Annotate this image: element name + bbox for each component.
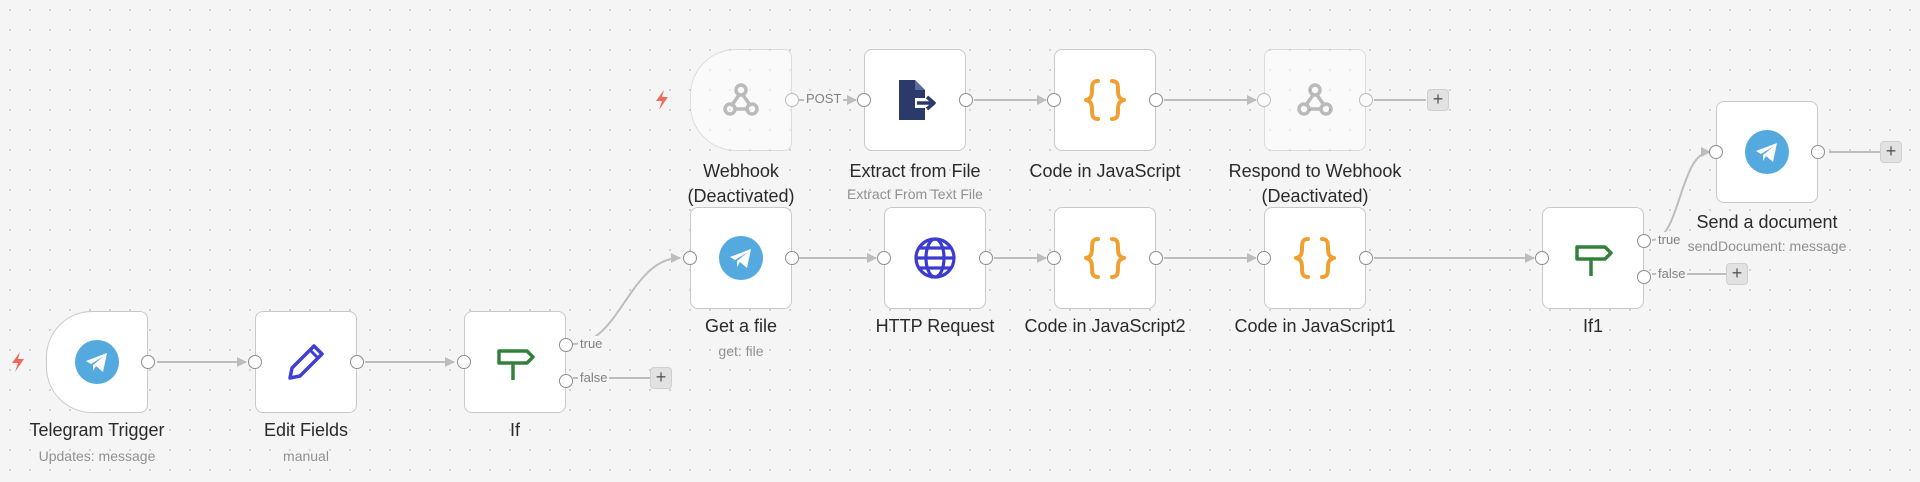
node-if1[interactable]: [1535, 207, 1651, 309]
output-port[interactable]: [979, 251, 993, 265]
node-subtitle: manual: [283, 448, 329, 464]
input-port[interactable]: [1709, 145, 1723, 159]
true-branch-label: true: [578, 336, 605, 351]
input-port[interactable]: [1257, 251, 1271, 265]
true-output-port[interactable]: [1637, 234, 1651, 248]
node-subtitle: Extract From Text File: [847, 186, 983, 202]
input-port[interactable]: [1047, 93, 1061, 107]
trigger-bolt-icon: [656, 90, 668, 110]
output-port[interactable]: [1359, 93, 1373, 107]
input-port[interactable]: [248, 355, 262, 369]
signpost-icon: [1575, 245, 1613, 276]
node-label: Edit Fields: [263, 420, 349, 440]
node-label: Webhook (Deactivated): [687, 161, 795, 206]
false-output-port[interactable]: [559, 374, 573, 388]
add-node-button[interactable]: +: [650, 367, 672, 389]
output-port[interactable]: [1359, 251, 1373, 265]
add-node-button[interactable]: +: [1427, 89, 1449, 111]
node-label: Code in JavaScript2: [1024, 316, 1186, 336]
file-export-icon: [899, 80, 936, 120]
false-output-port[interactable]: [1637, 270, 1651, 284]
webhook-icon: [1297, 83, 1333, 116]
node-code-in-javascript2[interactable]: [1047, 207, 1163, 309]
node-code-in-javascript1[interactable]: [1257, 207, 1373, 309]
webhook-icon: [723, 83, 759, 116]
globe-icon: [914, 237, 956, 279]
node-code-in-javascript[interactable]: [1047, 49, 1163, 151]
code-braces-icon: [1084, 79, 1126, 121]
input-port[interactable]: [857, 93, 871, 107]
input-port[interactable]: [877, 251, 891, 265]
add-node-button[interactable]: +: [1726, 263, 1748, 285]
node-respond-to-webhook[interactable]: [1257, 49, 1373, 151]
output-port[interactable]: [785, 251, 799, 265]
node-subtitle: get: file: [718, 343, 764, 359]
input-port[interactable]: [1535, 251, 1549, 265]
input-port[interactable]: [457, 355, 471, 369]
output-port[interactable]: [1811, 145, 1825, 159]
output-port[interactable]: [959, 93, 973, 107]
node-label: Respond to Webhook (Deactivated): [1228, 161, 1402, 206]
node-get-a-file[interactable]: [683, 207, 799, 309]
false-branch-label: false: [1656, 266, 1688, 281]
output-port[interactable]: [141, 355, 155, 369]
node-label: If: [509, 420, 520, 440]
input-port[interactable]: [1257, 93, 1271, 107]
node-label: Extract from File: [849, 161, 981, 181]
signpost-icon: [497, 349, 535, 380]
code-braces-icon: [1084, 237, 1126, 279]
telegram-icon: [1745, 130, 1789, 174]
node-label: HTTP Request: [875, 316, 995, 336]
true-output-port[interactable]: [559, 338, 573, 352]
pencil-icon: [288, 344, 324, 380]
false-branch-label: false: [578, 370, 610, 385]
output-port[interactable]: [1149, 251, 1163, 265]
node-label: Telegram Trigger: [29, 420, 165, 440]
node-edit-fields[interactable]: [248, 311, 364, 413]
input-port[interactable]: [1047, 251, 1061, 265]
node-http-request[interactable]: [877, 207, 993, 309]
code-braces-icon: [1294, 237, 1336, 279]
output-port[interactable]: [785, 93, 799, 107]
node-label: If1: [1582, 316, 1603, 336]
node-label: Get a file: [704, 316, 778, 336]
node-extract-from-file[interactable]: [857, 49, 973, 151]
node-label: Code in JavaScript: [1029, 161, 1181, 181]
telegram-icon: [719, 236, 763, 280]
node-if[interactable]: [457, 311, 573, 413]
input-port[interactable]: [683, 251, 697, 265]
output-port[interactable]: [350, 355, 364, 369]
node-webhook[interactable]: [690, 49, 799, 151]
node-send-a-document[interactable]: [1709, 101, 1825, 203]
node-label: Code in JavaScript1: [1234, 316, 1396, 336]
add-node-button[interactable]: +: [1880, 141, 1902, 163]
node-subtitle: Updates: message: [38, 448, 156, 464]
output-port[interactable]: [1149, 93, 1163, 107]
trigger-bolt-icon: [12, 352, 24, 372]
telegram-icon: [75, 340, 119, 384]
node-subtitle: sendDocument: message: [1687, 238, 1847, 254]
node-label: Send a document: [1696, 212, 1838, 232]
edge-method-label: POST: [804, 91, 844, 106]
node-telegram-trigger[interactable]: [46, 311, 155, 413]
